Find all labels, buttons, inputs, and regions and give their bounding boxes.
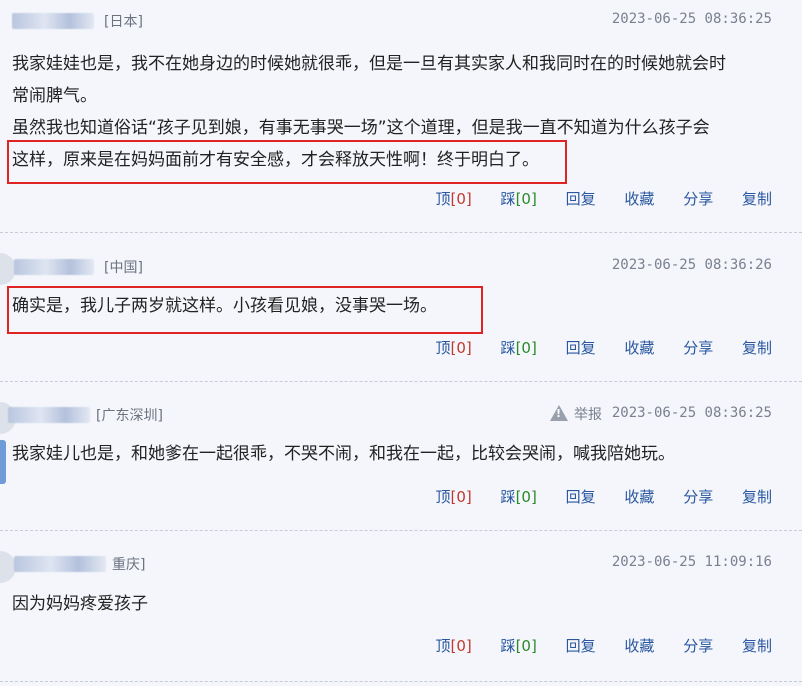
copy-button[interactable]: 复制 — [742, 488, 772, 506]
warning-icon — [550, 405, 568, 421]
downvote-count: [0] — [515, 488, 537, 506]
report-button[interactable]: 举报 — [550, 404, 602, 424]
upvote-label: 顶 — [435, 637, 451, 655]
comment-actions: 顶[0] 踩[0] 回复 收藏 分享 复制 — [412, 188, 773, 209]
downvote-label: 踩 — [500, 190, 516, 208]
user-location: [中国] — [104, 260, 143, 276]
upvote-count: [0] — [450, 488, 472, 506]
comment-time: 2023-06-25 08:36:26 — [611, 257, 772, 273]
favorite-button[interactable]: 收藏 — [624, 190, 654, 208]
user-location: 重庆] — [112, 557, 146, 573]
share-button[interactable]: 分享 — [683, 190, 713, 208]
comment-meta: [中国] 2023-06-25 08:36:26 — [0, 254, 802, 280]
comment-item: [中国] 2023-06-25 08:36:26 确实是，我儿子两岁就这样。小孩… — [0, 233, 802, 382]
upvote-label: 顶 — [435, 339, 451, 357]
comment-item: [日本] 2023-06-25 08:36:25 我家娃娃也是，我不在她身边的时… — [0, 0, 802, 233]
comment-time: 2023-06-25 08:36:25 — [611, 11, 772, 27]
comment-line: 确实是，我儿子两岁就这样。小孩看见娘，没事哭一场。 — [12, 296, 437, 316]
copy-button[interactable]: 复制 — [742, 339, 772, 357]
comment-actions: 顶[0] 踩[0] 回复 收藏 分享 复制 — [412, 635, 773, 656]
report-label: 举报 — [574, 407, 602, 423]
comment-meta: [广东深圳] 举报 2023-06-25 08:36:25 — [0, 402, 802, 428]
downvote-button[interactable]: 踩[0] — [501, 637, 537, 655]
comment-line: 我家娃娃也是，我不在她身边的时候她就很乖，但是一旦有其实家人和我同时在的时候她就… — [12, 54, 726, 74]
user-location: [广东深圳] — [96, 408, 163, 424]
username-blurred[interactable] — [14, 259, 94, 275]
username-blurred[interactable] — [14, 556, 106, 572]
username-blurred[interactable] — [12, 13, 94, 29]
comment-line: 这样，原来是在妈妈面前才有安全感，才会释放天性啊！终于明白了。 — [12, 150, 539, 170]
share-button[interactable]: 分享 — [683, 488, 713, 506]
upvote-count: [0] — [450, 190, 472, 208]
downvote-count: [0] — [515, 190, 537, 208]
comment-line: 虽然我也知道俗话“孩子见到娘，有事无事哭一场”这个道理，但是我一直不知道为什么孩… — [12, 118, 710, 138]
user-location: [日本] — [104, 14, 143, 30]
comment-line: 我家娃儿也是，和她爹在一起很乖，不哭不闹，和我在一起，比较会哭闹，喊我陪她玩。 — [12, 444, 675, 464]
downvote-label: 踩 — [500, 339, 516, 357]
comment-item: [广东深圳] 举报 2023-06-25 08:36:25 我家娃儿也是，和她爹… — [0, 382, 802, 531]
downvote-label: 踩 — [500, 488, 516, 506]
comment-line: 因为妈妈疼爱孩子 — [12, 594, 148, 614]
downvote-count: [0] — [515, 339, 537, 357]
upvote-button[interactable]: 顶[0] — [436, 637, 472, 655]
comment-actions: 顶[0] 踩[0] 回复 收藏 分享 复制 — [412, 486, 773, 507]
comment-body: 我家娃儿也是，和她爹在一起很乖，不哭不闹，和我在一起，比较会哭闹，喊我陪她玩。 — [12, 438, 782, 470]
comment-meta: [日本] 2023-06-25 08:36:25 — [0, 8, 802, 34]
reply-button[interactable]: 回复 — [566, 190, 596, 208]
username-blurred[interactable] — [8, 407, 90, 423]
comment-body: 因为妈妈疼爱孩子 — [12, 588, 782, 620]
upvote-button[interactable]: 顶[0] — [436, 190, 472, 208]
comment-actions: 顶[0] 踩[0] 回复 收藏 分享 复制 — [412, 337, 773, 358]
downvote-button[interactable]: 踩[0] — [501, 190, 537, 208]
upvote-count: [0] — [450, 637, 472, 655]
reply-button[interactable]: 回复 — [566, 339, 596, 357]
upvote-count: [0] — [450, 339, 472, 357]
copy-button[interactable]: 复制 — [742, 637, 772, 655]
reply-button[interactable]: 回复 — [566, 637, 596, 655]
downvote-button[interactable]: 踩[0] — [501, 339, 537, 357]
comment-body: 确实是，我儿子两岁就这样。小孩看见娘，没事哭一场。 — [12, 290, 782, 322]
comment-time: 2023-06-25 11:09:16 — [611, 554, 772, 570]
share-button[interactable]: 分享 — [683, 339, 713, 357]
favorite-button[interactable]: 收藏 — [624, 637, 654, 655]
comment-time: 2023-06-25 08:36:25 — [611, 405, 772, 421]
reply-button[interactable]: 回复 — [566, 488, 596, 506]
downvote-label: 踩 — [500, 637, 516, 655]
share-button[interactable]: 分享 — [683, 637, 713, 655]
comment-body: 我家娃娃也是，我不在她身边的时候她就很乖，但是一旦有其实家人和我同时在的时候她就… — [12, 48, 782, 176]
upvote-label: 顶 — [435, 488, 451, 506]
downvote-button[interactable]: 踩[0] — [501, 488, 537, 506]
favorite-button[interactable]: 收藏 — [624, 488, 654, 506]
comment-line: 常闹脾气。 — [12, 86, 97, 106]
upvote-button[interactable]: 顶[0] — [436, 339, 472, 357]
upvote-button[interactable]: 顶[0] — [436, 488, 472, 506]
favorite-button[interactable]: 收藏 — [624, 339, 654, 357]
comment-meta: 重庆] 2023-06-25 11:09:16 — [0, 551, 802, 577]
upvote-label: 顶 — [435, 190, 451, 208]
side-float-tab[interactable] — [0, 440, 6, 484]
downvote-count: [0] — [515, 637, 537, 655]
copy-button[interactable]: 复制 — [742, 190, 772, 208]
comment-item: 重庆] 2023-06-25 11:09:16 因为妈妈疼爱孩子 顶[0] 踩[… — [0, 531, 802, 682]
